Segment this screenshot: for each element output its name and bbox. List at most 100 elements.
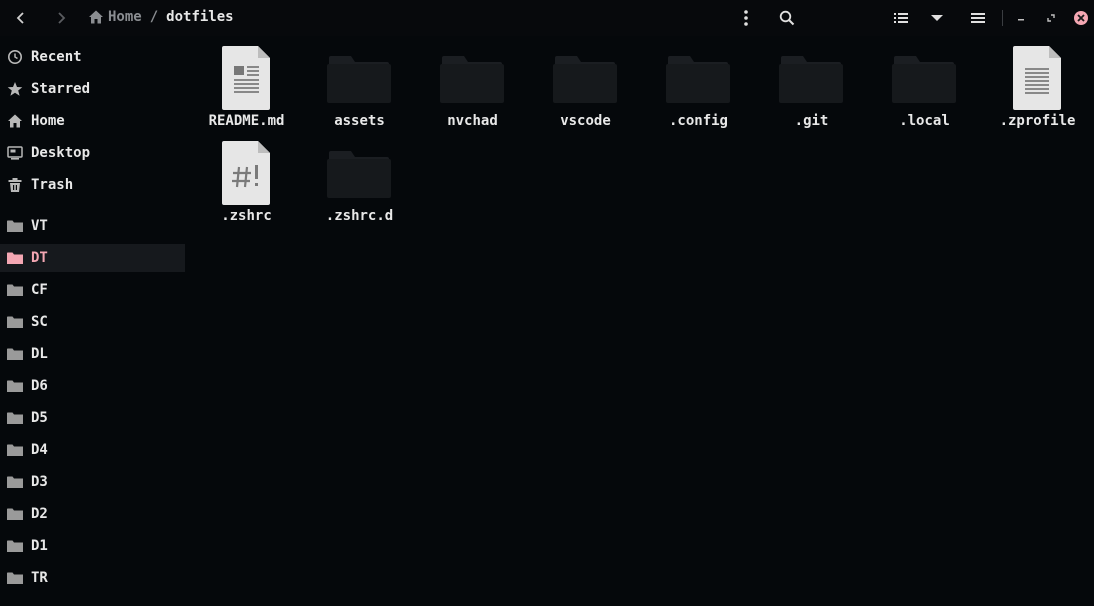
sidebar-item-recent[interactable]: Recent [0, 43, 185, 71]
file-item[interactable]: .config [642, 44, 755, 134]
folder-icon [868, 44, 981, 114]
sidebar-bookmark-d3[interactable]: D3 [0, 468, 185, 496]
file-item[interactable]: README.md [190, 44, 303, 134]
folder-icon [6, 409, 24, 427]
folder-icon [6, 377, 24, 395]
sidebar-bookmark-dl[interactable]: DL [0, 340, 185, 368]
file-item[interactable]: assets [303, 44, 416, 134]
folder-icon [6, 313, 24, 331]
sidebar-item-label: DT [31, 250, 48, 266]
desktop-icon [6, 144, 24, 162]
folder-icon [303, 44, 416, 114]
close-icon [1074, 11, 1088, 25]
close-button[interactable] [1067, 4, 1094, 32]
forward-button[interactable] [47, 4, 75, 32]
folder-icon [303, 139, 416, 209]
breadcrumb-home-label: Home [108, 9, 142, 25]
file-name: .zshrc [221, 208, 272, 224]
chevron-down-icon [931, 15, 943, 21]
file-item[interactable]: nvchad [416, 44, 529, 134]
sidebar-item-label: TR [31, 570, 48, 586]
sidebar-item-label: D6 [31, 378, 48, 394]
file-name: README.md [208, 113, 285, 129]
sidebar-item-label: VT [31, 218, 48, 234]
sidebar-bookmark-sc[interactable]: SC [0, 308, 185, 336]
clock-icon [6, 48, 24, 66]
sidebar-item-label: Starred [31, 81, 91, 97]
file-item[interactable]: .zshrc [190, 139, 303, 229]
minimize-button[interactable] [1007, 4, 1035, 32]
chevron-left-icon [16, 12, 24, 24]
text-document-icon [190, 44, 303, 114]
file-grid: README.md assets nvchad vscode .config .… [190, 44, 1094, 604]
file-item[interactable]: vscode [529, 44, 642, 134]
sidebar-item-trash[interactable]: Trash [0, 171, 185, 199]
folder-icon [755, 44, 868, 114]
list-view-icon [894, 13, 908, 23]
sidebar-bookmark-d5[interactable]: D5 [0, 404, 185, 432]
hamburger-menu-icon [971, 13, 985, 23]
list-view-button[interactable] [887, 4, 915, 32]
breadcrumb-current[interactable]: dotfiles [166, 9, 233, 25]
trash-icon [6, 176, 24, 194]
maximize-icon [1047, 14, 1055, 22]
sidebar-item-label: Desktop [31, 145, 91, 161]
sidebar-item-label: DL [31, 346, 48, 362]
file-name: .git [794, 113, 829, 129]
sidebar-item-label: Recent [31, 49, 82, 65]
maximize-button[interactable] [1037, 4, 1065, 32]
home-icon [6, 112, 24, 130]
folder-icon [416, 44, 529, 114]
sidebar-item-label: D2 [31, 506, 48, 522]
script-file-icon [190, 139, 303, 209]
star-icon [6, 80, 24, 98]
file-name: .config [668, 113, 728, 129]
folder-icon [6, 473, 24, 491]
sidebar-item-starred[interactable]: Starred [0, 75, 185, 103]
sidebar-item-label: D4 [31, 442, 48, 458]
folder-icon [529, 44, 642, 114]
back-button[interactable] [7, 4, 35, 32]
folder-icon [6, 345, 24, 363]
sidebar-item-label: SC [31, 314, 48, 330]
folder-icon [6, 537, 24, 555]
file-item[interactable]: .zprofile [981, 44, 1094, 134]
sidebar: Recent Starred Home Desktop Trash VT DT … [0, 38, 185, 606]
file-name: assets [334, 113, 385, 129]
folder-icon [6, 441, 24, 459]
sidebar-bookmark-d6[interactable]: D6 [0, 372, 185, 400]
sidebar-bookmark-vt[interactable]: VT [0, 212, 185, 240]
folder-icon [6, 569, 24, 587]
file-name: vscode [560, 113, 611, 129]
sidebar-bookmark-d2[interactable]: D2 [0, 500, 185, 528]
chevron-right-icon [58, 12, 66, 24]
search-icon [779, 10, 795, 26]
file-item[interactable]: .local [868, 44, 981, 134]
sidebar-item-label: Home [31, 113, 65, 129]
more-options-button[interactable] [732, 4, 760, 32]
sidebar-bookmark-cf[interactable]: CF [0, 276, 185, 304]
view-options-button[interactable] [923, 4, 951, 32]
header-divider [1002, 10, 1003, 26]
header-bar: Home / dotfiles [0, 0, 1094, 36]
minimize-icon [1018, 19, 1024, 21]
folder-icon [6, 281, 24, 299]
sidebar-item-desktop[interactable]: Desktop [0, 139, 185, 167]
sidebar-bookmark-tr[interactable]: TR [0, 564, 185, 592]
sidebar-bookmark-d1[interactable]: D1 [0, 532, 185, 560]
file-name: .zshrc.d [325, 208, 394, 224]
sidebar-item-label: D3 [31, 474, 48, 490]
folder-icon [6, 505, 24, 523]
sidebar-bookmark-d4[interactable]: D4 [0, 436, 185, 464]
main-menu-button[interactable] [964, 4, 992, 32]
vertical-dots-icon [744, 10, 748, 26]
search-button[interactable] [773, 4, 801, 32]
file-item[interactable]: .git [755, 44, 868, 134]
sidebar-bookmark-dt[interactable]: DT [0, 244, 185, 272]
sidebar-item-label: CF [31, 282, 48, 298]
file-item[interactable]: .zshrc.d [303, 139, 416, 229]
breadcrumb-home[interactable]: Home [88, 9, 142, 25]
sidebar-item-label: Trash [31, 177, 74, 193]
sidebar-item-home[interactable]: Home [0, 107, 185, 135]
folder-icon [6, 217, 24, 235]
